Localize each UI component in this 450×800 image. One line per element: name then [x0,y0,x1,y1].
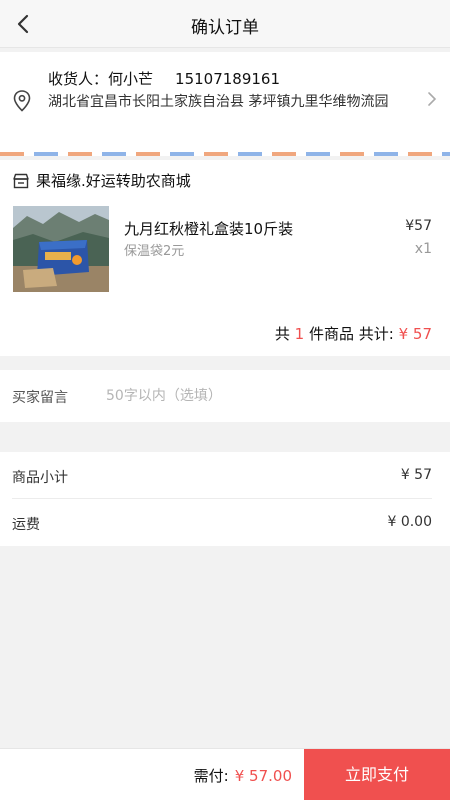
shop-total: 共 1 件商品 共计: ¥ 57 [275,323,432,344]
location-pin-icon [13,90,31,116]
amount-due: 需付: ¥ 57.00 [194,765,292,786]
subtotal-label: 商品小计 [12,470,68,486]
shop-card: 果福缘.好运转助农商城 九月红秋橙礼盒装10斤装 保温袋2元 ¥57 x1 共 … [0,160,450,356]
product-image[interactable] [13,206,109,292]
store-icon [13,173,29,188]
order-summary: 商品小计 ¥ 57 运费 ¥ 0.00 [0,452,450,546]
chevron-right-icon[interactable] [426,90,438,112]
remark-input[interactable] [106,382,426,410]
receiver-name: 何小芒 [108,70,154,88]
total-count: 1 [294,325,305,343]
product-price: ¥57 [405,218,432,234]
address-detail: 湖北省宜昌市长阳土家族自治县 茅坪镇九里华维物流园 [48,94,389,110]
subtotal-row: 商品小计 ¥ 57 [12,452,432,499]
subtotal-value: ¥ 57 [400,467,432,483]
buyer-remark: 买家留言 [0,370,450,422]
receiver-label: 收货人： [48,70,109,88]
receiver-phone: 15107189161 [175,70,281,88]
checkout-bar: 需付: ¥ 57.00 立即支付 [0,748,450,800]
remark-label: 买家留言 [12,390,68,406]
total-amount: ¥ 57 [398,325,432,343]
product-spec: 保温袋2元 [124,244,185,259]
amount-due-label: 需付: [193,767,229,785]
shipping-label: 运费 [12,517,40,533]
receiver-line: 收货人：何小芒 15107189161 [48,68,280,89]
product-name: 九月红秋橙礼盒装10斤装 [124,220,294,238]
address-envelope-stripe [0,152,450,156]
amount-due-value: ¥ 57.00 [234,767,292,785]
pay-now-button[interactable]: 立即支付 [304,749,450,800]
product-quantity: x1 [414,241,432,257]
shipping-value: ¥ 0.00 [387,514,432,530]
shipping-row: 运费 ¥ 0.00 [12,499,432,546]
shop-name: 果福缘.好运转助农商城 [36,172,191,190]
total-prefix: 共 [274,325,290,343]
address-card[interactable]: 收货人：何小芒 15107189161 湖北省宜昌市长阳土家族自治县 茅坪镇九里华… [0,52,450,156]
total-mid: 件商品 共计: [308,325,394,343]
shop-header: 果福缘.好运转助农商城 [12,170,191,191]
page-title: 确认订单 [191,18,259,38]
top-bar: 确认订单 [0,0,450,48]
